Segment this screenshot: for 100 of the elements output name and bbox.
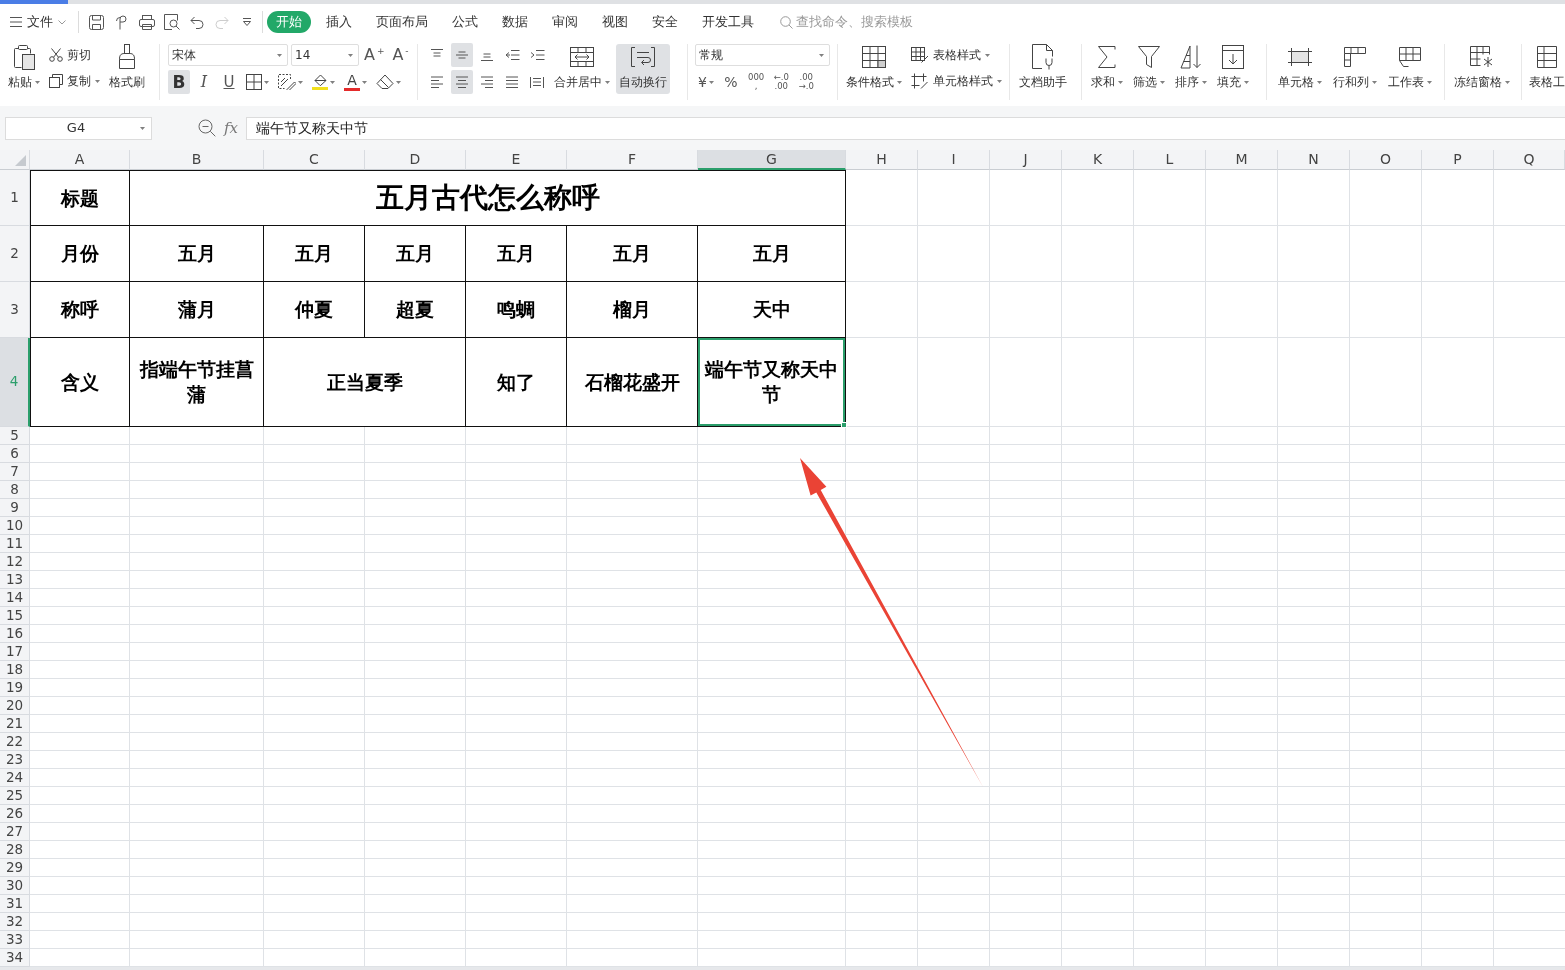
table-cell[interactable]: 天中: [698, 282, 846, 338]
wrap-text-button[interactable]: 自动换行: [616, 44, 670, 94]
column-header[interactable]: I: [918, 150, 990, 170]
bold-button[interactable]: B: [168, 70, 190, 94]
row-header[interactable]: 6: [0, 445, 30, 463]
table-cell[interactable]: 五月: [567, 226, 698, 282]
table-tools-button[interactable]: 表格工: [1526, 44, 1565, 94]
font-size-field[interactable]: 14: [291, 44, 359, 66]
table-cell[interactable]: 知了: [466, 338, 567, 427]
table-cell[interactable]: 超夏: [365, 282, 466, 338]
row-header[interactable]: 32: [0, 913, 30, 931]
thousands-separator-button[interactable]: 000 ,: [745, 70, 768, 94]
decrease-font-size-button[interactable]: A$^{-}$: [389, 43, 412, 67]
column-header[interactable]: N: [1278, 150, 1350, 170]
table-cell[interactable]: 蒲月: [130, 282, 264, 338]
column-header[interactable]: M: [1206, 150, 1278, 170]
column-header[interactable]: D: [365, 150, 466, 170]
file-menu-button[interactable]: 文件: [8, 10, 68, 34]
row-header[interactable]: 23: [0, 751, 30, 769]
format-painter-button[interactable]: 格式刷: [106, 44, 148, 94]
column-header[interactable]: B: [130, 150, 264, 170]
ribbon-tab[interactable]: 开发工具: [690, 11, 766, 33]
ribbon-tab[interactable]: 插入: [314, 11, 364, 33]
fill-handle[interactable]: [841, 422, 847, 428]
rows-columns-button[interactable]: 行和列: [1330, 44, 1380, 94]
cell-button[interactable]: 单元格: [1275, 44, 1325, 94]
table-cell[interactable]: 五月: [698, 226, 846, 282]
row-header[interactable]: 27: [0, 823, 30, 841]
row-header[interactable]: 33: [0, 931, 30, 949]
column-header[interactable]: C: [264, 150, 365, 170]
ribbon-tab[interactable]: 视图: [590, 11, 640, 33]
row-header[interactable]: 11: [0, 535, 30, 553]
formula-field[interactable]: 端午节又称天中节: [246, 116, 1565, 140]
align-center-button[interactable]: [451, 70, 473, 94]
table-cell[interactable]: 榴月: [567, 282, 698, 338]
row-header[interactable]: 1: [0, 170, 30, 226]
font-color-button[interactable]: A: [341, 70, 370, 94]
freeze-panes-button[interactable]: 冻结窗格: [1451, 44, 1513, 94]
ribbon-tab[interactable]: 公式: [440, 11, 490, 33]
decrease-decimal-button[interactable]: .00 →.0: [795, 70, 818, 94]
row-header[interactable]: 12: [0, 553, 30, 571]
column-header[interactable]: P: [1422, 150, 1494, 170]
row-header[interactable]: 9: [0, 499, 30, 517]
table-cell[interactable]: 月份: [30, 226, 130, 282]
table-cell[interactable]: 五月: [130, 226, 264, 282]
row-header[interactable]: 19: [0, 679, 30, 697]
row-header[interactable]: 17: [0, 643, 30, 661]
row-header[interactable]: 3: [0, 282, 30, 338]
zoom-icon[interactable]: [198, 119, 216, 137]
row-header[interactable]: 22: [0, 733, 30, 751]
row-header[interactable]: 24: [0, 769, 30, 787]
filter-button[interactable]: 筛选: [1130, 44, 1168, 94]
row-header[interactable]: 15: [0, 607, 30, 625]
table-cell[interactable]: 鸣蜩: [466, 282, 567, 338]
increase-font-size-button[interactable]: A$^{+}$: [362, 43, 387, 67]
ribbon-tab[interactable]: 安全: [640, 11, 690, 33]
row-header[interactable]: 8: [0, 481, 30, 499]
row-header[interactable]: 7: [0, 463, 30, 481]
currency-button[interactable]: ¥: [695, 70, 717, 94]
column-header[interactable]: K: [1062, 150, 1134, 170]
column-header[interactable]: J: [990, 150, 1062, 170]
merge-center-button[interactable]: 合并居中: [551, 44, 613, 94]
row-header[interactable]: 5: [0, 427, 30, 445]
row-header[interactable]: 18: [0, 661, 30, 679]
row-header[interactable]: 13: [0, 571, 30, 589]
sort-button[interactable]: 排序: [1172, 44, 1210, 94]
table-cell[interactable]: 指端午节挂菖蒲: [130, 338, 264, 427]
doc-assistant-button[interactable]: 文档助手: [1016, 44, 1070, 94]
row-header[interactable]: 31: [0, 895, 30, 913]
column-header[interactable]: F: [567, 150, 698, 170]
sum-button[interactable]: 求和: [1088, 44, 1126, 94]
percent-button[interactable]: %: [720, 70, 742, 94]
table-cell[interactable]: 端午节又称天中节: [698, 338, 846, 427]
column-header[interactable]: H: [846, 150, 918, 170]
column-header[interactable]: G: [698, 150, 846, 170]
row-header[interactable]: 28: [0, 841, 30, 859]
fill-button[interactable]: 填充: [1214, 44, 1252, 94]
number-format-field[interactable]: 常规: [695, 44, 830, 66]
table-style-button[interactable]: 表格样式: [908, 44, 1005, 66]
row-header[interactable]: 21: [0, 715, 30, 733]
table-cell[interactable]: 含义: [30, 338, 130, 427]
column-header[interactable]: L: [1134, 150, 1206, 170]
row-header[interactable]: 29: [0, 859, 30, 877]
italic-button[interactable]: I: [193, 70, 215, 94]
row-header[interactable]: 30: [0, 877, 30, 895]
row-header[interactable]: 25: [0, 787, 30, 805]
increase-decimal-button[interactable]: ←.0 .00: [770, 70, 793, 94]
table-cell[interactable]: 正当夏季: [264, 338, 466, 427]
row-header[interactable]: 26: [0, 805, 30, 823]
name-box[interactable]: G4: [5, 116, 152, 140]
table-cell[interactable]: 仲夏: [264, 282, 365, 338]
row-header[interactable]: 34: [0, 949, 30, 967]
paste-button[interactable]: 粘贴: [5, 44, 43, 94]
table-cell[interactable]: 五月: [365, 226, 466, 282]
table-cell[interactable]: 石榴花盛开: [567, 338, 698, 427]
table-cell[interactable]: 五月: [264, 226, 365, 282]
row-header[interactable]: 2: [0, 226, 30, 282]
ribbon-tab[interactable]: 数据: [490, 11, 540, 33]
font-name-field[interactable]: 宋体: [168, 44, 288, 66]
copy-button[interactable]: 复制: [46, 70, 103, 92]
